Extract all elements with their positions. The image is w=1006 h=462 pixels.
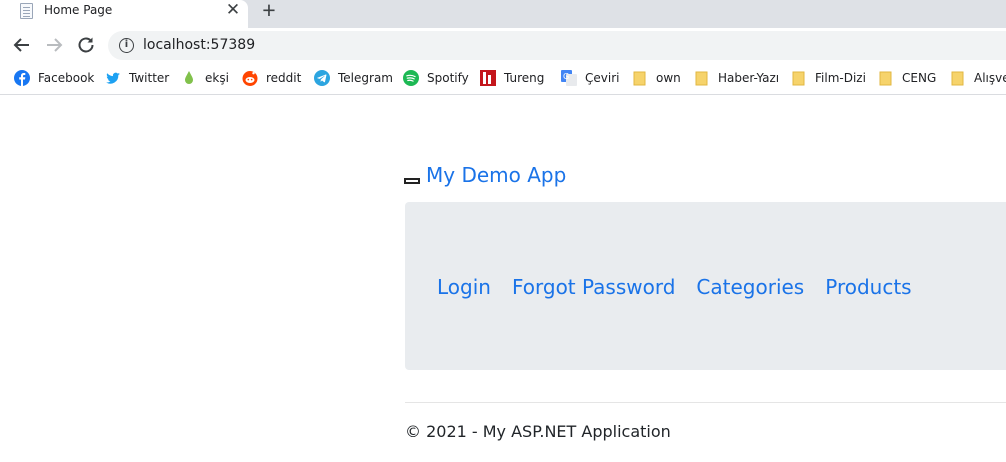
nav-login-link[interactable]: Login — [437, 275, 491, 299]
tureng-icon — [480, 70, 496, 86]
forward-arrow-icon[interactable] — [42, 33, 66, 57]
bookmark-label: Telegram — [338, 71, 393, 85]
bookmark-telegram[interactable]: Telegram — [314, 68, 393, 88]
reload-icon[interactable] — [74, 33, 98, 57]
folder-icon — [633, 71, 646, 86]
footer-text: © 2021 - My ASP.NET Application — [405, 422, 671, 441]
folder-icon — [879, 71, 892, 86]
bookmark-facebook[interactable]: Facebook — [14, 68, 94, 88]
spotify-icon — [403, 70, 419, 86]
bookmark-label: Film-Dizi — [815, 71, 866, 85]
folder-icon — [695, 71, 708, 86]
bookmark-twitter[interactable]: Twitter — [105, 68, 169, 88]
close-tab-icon[interactable]: ✕ — [224, 0, 242, 20]
brand-title: My Demo App — [426, 163, 567, 187]
url-text[interactable]: localhost:57389 — [143, 37, 255, 53]
bookmark-label: Facebook — [38, 71, 95, 85]
back-arrow-icon[interactable] — [10, 33, 34, 57]
nav-categories-link[interactable]: Categories — [696, 275, 804, 299]
tab-strip: Home Page ✕ + — [0, 0, 1006, 28]
bookmark-spotify[interactable]: Spotify — [403, 68, 469, 88]
folder-icon — [951, 71, 964, 86]
bookmark-label: Çeviri — [585, 71, 620, 85]
tab-title: Home Page — [44, 3, 113, 17]
bookmark-label: reddit — [266, 71, 302, 85]
bookmark-label: Tureng — [504, 71, 545, 85]
browser-toolbar: i localhost:57389 — [0, 28, 1006, 62]
bookmark-folder-haber-yazi[interactable]: Haber-Yazı — [694, 68, 779, 88]
bookmark-folder-own[interactable]: own — [632, 68, 681, 88]
bookmark-folder-ceng[interactable]: CENG — [878, 68, 936, 88]
bookmark-label: Twitter — [129, 71, 170, 85]
svg-text:G: G — [563, 72, 569, 81]
bookmark-eksi[interactable]: ekşi — [181, 68, 229, 88]
bookmark-folder-film-dizi[interactable]: Film-Dizi — [791, 68, 866, 88]
folder-icon — [792, 71, 805, 86]
main-nav: Login Forgot Password Categories Product… — [437, 275, 933, 299]
bookmark-label: own — [656, 71, 681, 85]
bookmark-label: Haber-Yazı — [718, 71, 780, 85]
bookmark-label: CENG — [902, 71, 937, 85]
new-tab-button[interactable]: + — [259, 0, 279, 22]
footer-divider — [405, 402, 1006, 403]
bookmarks-bar: Facebook Twitter ekşi reddit Telegram Sp… — [0, 62, 1006, 95]
bookmark-folder-alisveris[interactable]: Alışveri — [950, 68, 1006, 88]
bookmark-label: Spotify — [427, 71, 469, 85]
nav-forgot-password-link[interactable]: Forgot Password — [512, 275, 675, 299]
bookmark-reddit[interactable]: reddit — [242, 68, 301, 88]
reddit-icon — [242, 71, 258, 86]
bookmark-tureng[interactable]: Tureng — [480, 68, 544, 88]
bookmark-ceviri[interactable]: G Çeviri — [561, 68, 619, 88]
info-icon[interactable]: i — [119, 38, 134, 53]
bookmark-label: ekşi — [205, 71, 229, 85]
translate-icon: G — [561, 70, 577, 86]
twitter-icon — [106, 72, 120, 84]
broken-image-icon — [404, 178, 420, 184]
telegram-icon — [314, 70, 330, 86]
tab-home-page[interactable]: Home Page ✕ — [0, 0, 248, 28]
brand-link[interactable]: My Demo App — [404, 163, 566, 187]
jumbotron-panel: Login Forgot Password Categories Product… — [405, 202, 1006, 370]
facebook-icon — [14, 70, 30, 86]
bookmark-label: Alışveri — [974, 71, 1006, 85]
address-bar[interactable]: i localhost:57389 — [108, 31, 1006, 60]
page-favicon-icon — [20, 3, 33, 19]
eksi-icon — [185, 71, 193, 84]
nav-products-link[interactable]: Products — [825, 275, 911, 299]
